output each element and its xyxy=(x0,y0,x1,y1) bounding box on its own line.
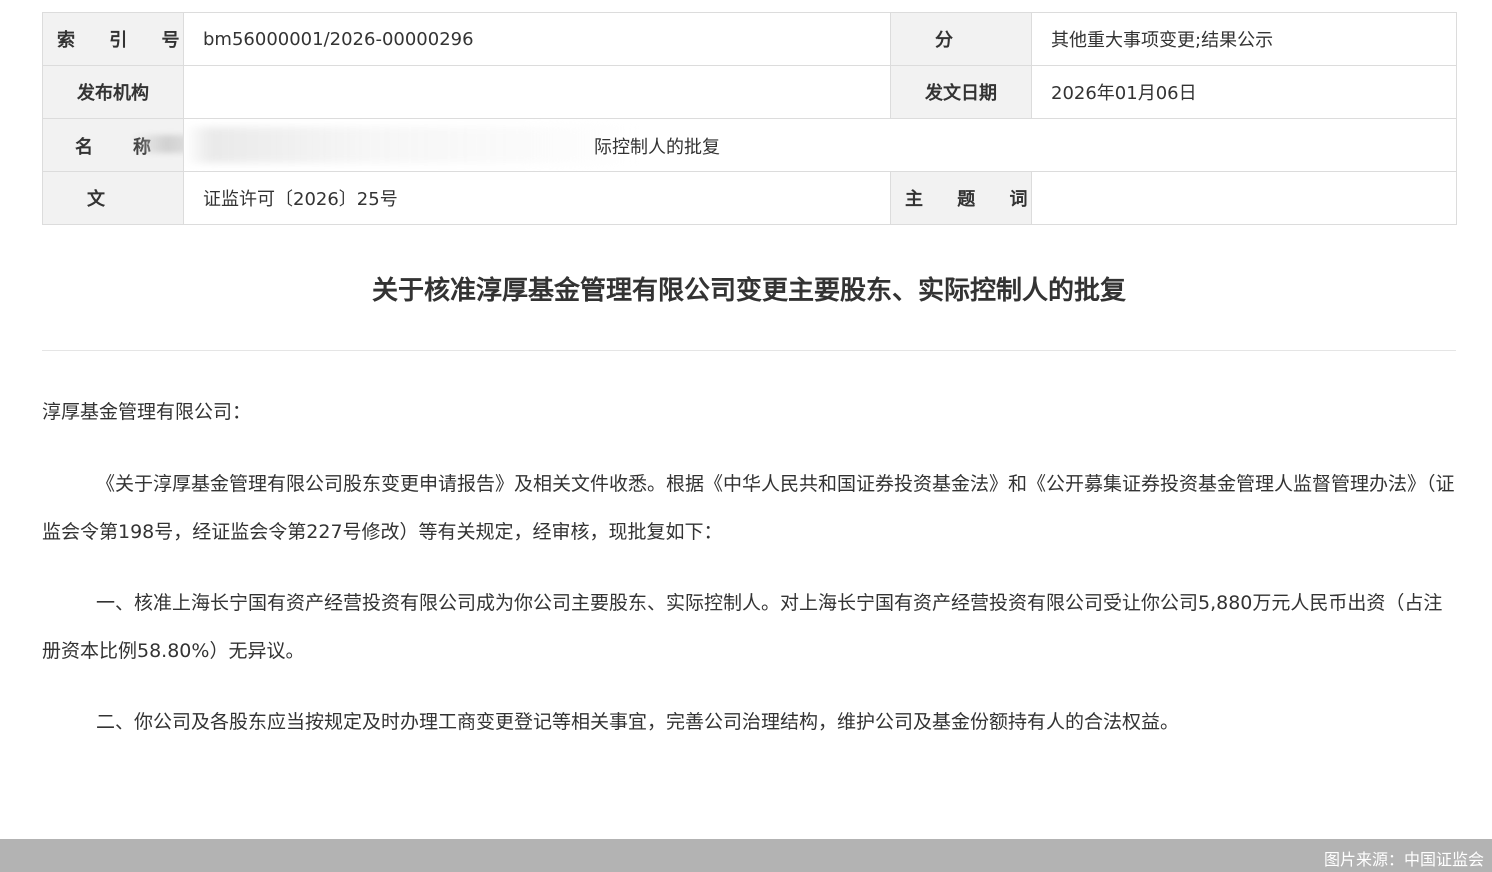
redaction-blur xyxy=(131,135,183,153)
image-source-caption: 图片来源：中国证监会 xyxy=(1323,850,1484,869)
category-value: 其他重大事项变更;结果公示 xyxy=(1031,12,1457,66)
paragraph-2: 一、核准上海长宁国有资产经营投资有限公司成为你公司主要股东、实际控制人。对上海长… xyxy=(42,592,1443,662)
keywords-value xyxy=(1031,171,1457,225)
footer-bar: 图片来源：中国证监会 xyxy=(0,839,1492,872)
name-label: 名 称 xyxy=(42,118,184,172)
name-label-char-1: 名 xyxy=(75,137,93,158)
publisher-label: 发布机构 xyxy=(42,65,184,119)
document-title: 关于核准淳厚基金管理有限公司变更主要股东、实际控制人的批复 xyxy=(371,276,1126,306)
date-label: 发文日期 xyxy=(890,65,1032,119)
keywords-label: 主 题 词 xyxy=(890,171,1032,225)
document-body: 淳厚基金管理有限公司： 《关于淳厚基金管理有限公司股东变更申请报告》及相关文件收… xyxy=(42,388,1458,746)
paragraph-3: 二、你公司及各股东应当按规定及时办理工商变更登记等相关事宜，完善公司治理结构，维… xyxy=(96,711,1180,733)
document-meta-table: 索 引 号 bm56000001/2026-00000296 分 类 其他重大事… xyxy=(42,12,1457,225)
meta-row-docno: 文 号 证监许可〔2026〕25号 主 题 词 xyxy=(42,171,1457,225)
title-divider xyxy=(42,350,1456,351)
redaction-blur xyxy=(184,127,636,163)
category-label: 分 类 xyxy=(890,12,1032,66)
index-value: bm56000001/2026-00000296 xyxy=(183,12,891,66)
salutation: 淳厚基金管理有限公司： xyxy=(42,401,252,423)
docno-label: 文 号 xyxy=(42,171,184,225)
paragraph-1: 《关于淳厚基金管理有限公司股东变更申请报告》及相关文件收悉。根据《中华人民共和国… xyxy=(42,473,1455,543)
meta-row-name: 名 称 际控制人的批复 xyxy=(42,118,1457,172)
meta-row-publisher: 发布机构 发文日期 2026年01月06日 xyxy=(42,65,1457,119)
name-value: 际控制人的批复 xyxy=(183,118,1457,172)
docno-value: 证监许可〔2026〕25号 xyxy=(183,171,891,225)
publisher-value xyxy=(183,65,891,119)
index-label: 索 引 号 xyxy=(42,12,184,66)
name-value-text: 际控制人的批复 xyxy=(594,137,720,158)
date-value: 2026年01月06日 xyxy=(1031,65,1457,119)
meta-row-index: 索 引 号 bm56000001/2026-00000296 分 类 其他重大事… xyxy=(42,12,1457,66)
